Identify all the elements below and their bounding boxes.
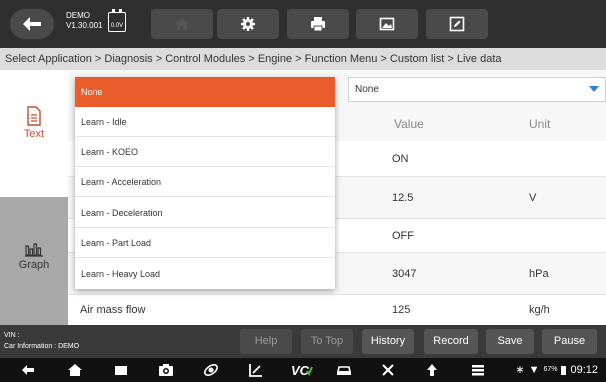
row-value: 3047 — [392, 268, 417, 280]
back-arrow-icon[interactable] — [20, 362, 36, 378]
settings-button[interactable] — [217, 9, 279, 39]
row-unit: kg/h — [529, 304, 550, 316]
graph-view-label: Graph — [18, 259, 50, 271]
dropdown-option-none[interactable]: None — [75, 77, 335, 107]
row-unit: hPa — [529, 268, 549, 280]
history-button[interactable]: History — [362, 329, 414, 354]
row-value: 12.5 — [392, 192, 414, 204]
demo-label: DEMO — [66, 11, 90, 20]
tools-icon[interactable] — [380, 362, 396, 378]
car-info: Car Information : DEMO — [4, 343, 80, 350]
battery-level: 67% — [543, 366, 558, 373]
dropdown-option-learn-koeo[interactable]: Learn - KOEO — [75, 137, 335, 167]
view-switcher: Text Graph — [0, 70, 68, 325]
battery-icon — [561, 365, 567, 375]
vehicle-info: DEMO V1.30.001 — [66, 11, 102, 31]
record-button[interactable]: Record — [424, 329, 478, 354]
row-value: 125 — [392, 304, 411, 316]
dropdown-option-learn-part-load[interactable]: Learn - Part Load — [75, 228, 335, 258]
pause-button[interactable]: Pause — [542, 329, 597, 354]
dropdown-option-learn-heavy-load[interactable]: Learn - Heavy Load — [75, 259, 335, 289]
clock: 09:12 — [570, 364, 598, 376]
browser-icon[interactable] — [203, 362, 219, 378]
home-button[interactable] — [151, 9, 213, 39]
filter-select[interactable]: None — [348, 77, 606, 102]
row-value: ON — [392, 153, 409, 165]
graph-view-tab[interactable]: Graph — [0, 197, 68, 325]
value-column-header: Value — [394, 117, 424, 131]
software-version: V1.30.001 — [66, 21, 103, 30]
voltage-readout: 0.0V — [110, 23, 124, 29]
menu-list-icon[interactable] — [470, 362, 486, 378]
action-bar: VIN : Car Information : DEMO Help To Top… — [0, 325, 606, 358]
breadcrumb: Select Application > Diagnosis > Control… — [0, 48, 606, 70]
svg-text:VC: VC — [291, 363, 310, 378]
dropdown-option-learn-deceleration[interactable]: Learn - Deceleration — [75, 198, 335, 228]
dropdown-option-learn-idle[interactable]: Learn - Idle — [75, 107, 335, 137]
live-data-screen: DEMO V1.30.001 0.0V Select Application >… — [0, 0, 606, 382]
system-nav-bar: VC ∗ ▼ 67% 09:12 — [0, 358, 606, 382]
camera-icon[interactable] — [158, 362, 174, 378]
vin-label: VIN : — [4, 332, 20, 339]
text-document-icon — [27, 106, 41, 126]
print-button[interactable] — [287, 9, 349, 39]
image-icon — [379, 17, 395, 31]
back-button[interactable] — [10, 9, 54, 39]
table-row[interactable]: Air mass flow 125 kg/h — [68, 295, 606, 325]
bar-graph-icon — [25, 243, 43, 257]
edit-button[interactable] — [426, 9, 488, 39]
print-icon — [311, 17, 325, 32]
vehicle-details: VIN : Car Information : DEMO — [4, 330, 79, 352]
dropdown-menu: None Learn - Idle Learn - KOEO Learn - A… — [75, 77, 335, 289]
bluetooth-icon: ∗ — [515, 364, 525, 376]
vci-status-icon[interactable]: VC — [291, 362, 313, 378]
text-view-tab[interactable]: Text — [0, 70, 68, 197]
edit-icon — [449, 16, 465, 32]
filter-select-value: None — [355, 84, 379, 95]
screen-capture-icon[interactable] — [248, 362, 264, 378]
back-arrow-icon — [23, 17, 41, 31]
recent-apps-icon[interactable] — [113, 362, 129, 378]
text-view-label: Text — [23, 128, 45, 140]
screenshot-button[interactable] — [356, 9, 418, 39]
chevron-down-icon — [589, 86, 599, 92]
top-toolbar: DEMO V1.30.001 0.0V — [0, 0, 606, 48]
unit-column-header: Unit — [529, 117, 551, 131]
help-button[interactable]: Help — [240, 329, 292, 354]
system-status: ∗ ▼ 67% 09:12 — [515, 362, 598, 378]
row-name: Air mass flow — [80, 304, 146, 316]
battery-voltage-icon: 0.0V — [108, 9, 126, 32]
row-unit: V — [529, 192, 537, 204]
to-top-button[interactable]: To Top — [301, 329, 353, 354]
row-value: OFF — [392, 230, 414, 242]
upload-icon[interactable] — [424, 362, 440, 378]
dropdown-option-learn-acceleration[interactable]: Learn - Acceleration — [75, 167, 335, 197]
save-button[interactable]: Save — [486, 329, 534, 354]
gear-icon — [241, 17, 255, 31]
home-icon — [175, 18, 189, 30]
car-icon[interactable] — [336, 362, 352, 378]
wifi-icon: ▼ — [528, 364, 540, 376]
home-icon[interactable] — [67, 362, 83, 378]
